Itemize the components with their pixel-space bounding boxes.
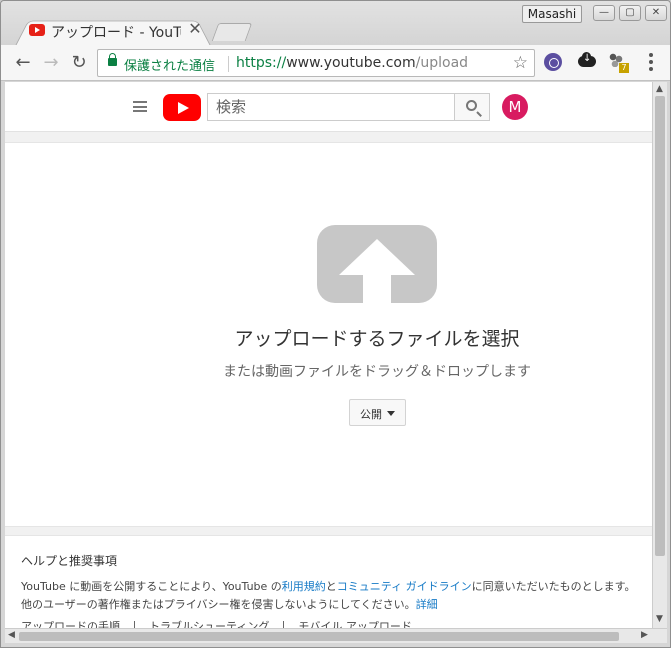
extension-molecule-icon[interactable]: 7 bbox=[609, 53, 629, 73]
address-bar[interactable]: 保護された通信 https://www.youtube.com/upload ☆ bbox=[97, 49, 535, 77]
browser-toolbar: ← → ↻ 保護された通信 https://www.youtube.com/up… bbox=[1, 45, 670, 81]
youtube-favicon-icon bbox=[29, 24, 45, 36]
new-tab-button[interactable] bbox=[211, 23, 253, 41]
cloud-icon bbox=[578, 52, 596, 67]
help-text-part-2: と bbox=[325, 580, 337, 593]
address-divider bbox=[228, 56, 229, 72]
link-divider bbox=[134, 621, 135, 628]
upload-arrow-icon[interactable] bbox=[317, 225, 437, 303]
privacy-dropdown[interactable]: 公開 bbox=[349, 399, 406, 426]
help-text-part-3: に同意いただいたものとします。 bbox=[471, 580, 636, 593]
link-upload-instructions[interactable]: アップロードの手順 bbox=[21, 620, 120, 628]
help-section: ヘルプと推奨事項 YouTube に動画を公開することにより、YouTube の… bbox=[5, 535, 652, 628]
secure-connection-label[interactable]: 保護された通信 bbox=[124, 55, 215, 74]
bookmark-star-icon[interactable]: ☆ bbox=[513, 53, 528, 73]
upload-title[interactable]: アップロードするファイルを選択 bbox=[5, 324, 652, 351]
help-text: YouTube に動画を公開することにより、YouTube の利用規約とコミュニ… bbox=[21, 578, 641, 614]
tab-youtube-upload[interactable]: アップロード - YouTube ✕ bbox=[15, 16, 211, 46]
tab-title: アップロード - YouTube bbox=[51, 25, 181, 41]
browser-menu-icon[interactable] bbox=[649, 53, 653, 71]
back-button[interactable]: ← bbox=[11, 51, 35, 75]
url-text[interactable]: https://www.youtube.com/upload bbox=[236, 55, 468, 71]
youtube-header: M bbox=[5, 82, 652, 132]
maximize-button[interactable]: ▢ bbox=[619, 5, 641, 21]
title-bar: アップロード - YouTube ✕ Masashi — ▢ ✕ bbox=[1, 1, 670, 46]
extension-badge: 7 bbox=[619, 63, 629, 73]
forward-button[interactable]: → bbox=[39, 51, 63, 75]
vertical-scrollbar[interactable]: ▲ ▼ bbox=[652, 82, 667, 628]
reload-button[interactable]: ↻ bbox=[67, 51, 91, 75]
privacy-label: 公開 bbox=[360, 408, 382, 421]
scroll-up-icon[interactable]: ▲ bbox=[656, 84, 663, 94]
community-guidelines-link[interactable]: コミュニティ ガイドライン bbox=[337, 580, 472, 593]
url-scheme: https:// bbox=[236, 55, 287, 71]
scroll-left-icon[interactable]: ◀ bbox=[8, 630, 15, 640]
url-host: www.youtube.com bbox=[286, 55, 416, 71]
help-text-line-2: 他のユーザーの著作権またはプライバシー権を侵害しないようにしてください。 bbox=[21, 598, 416, 611]
horizontal-scroll-thumb[interactable] bbox=[19, 632, 619, 641]
caret-down-icon bbox=[387, 411, 395, 416]
extension-purple-icon[interactable] bbox=[544, 53, 562, 71]
search-input[interactable] bbox=[207, 93, 455, 121]
upload-area[interactable]: アップロードするファイルを選択 または動画ファイルをドラッグ＆ドロップします 公… bbox=[5, 142, 652, 527]
close-window-button[interactable]: ✕ bbox=[645, 5, 667, 21]
upload-subtitle: または動画ファイルをドラッグ＆ドロップします bbox=[223, 364, 531, 380]
tab-close-icon[interactable]: ✕ bbox=[187, 19, 203, 38]
scroll-down-icon[interactable]: ▼ bbox=[656, 614, 663, 624]
help-title: ヘルプと推奨事項 bbox=[21, 554, 118, 568]
link-troubleshooting[interactable]: トラブルシューティング bbox=[149, 620, 269, 628]
page-viewport: M アップロードするファイルを選択 または動画ファイルをドラッグ＆ドロップします… bbox=[5, 82, 652, 628]
help-text-part-1: YouTube に動画を公開することにより、YouTube の bbox=[21, 580, 282, 593]
extension-cloud-download-icon[interactable] bbox=[578, 52, 596, 71]
link-divider bbox=[283, 621, 285, 628]
horizontal-scrollbar[interactable]: ◀ ▶ bbox=[5, 628, 667, 643]
profile-user-button[interactable]: Masashi bbox=[522, 5, 582, 23]
browser-window: アップロード - YouTube ✕ Masashi — ▢ ✕ ← → ↻ 保… bbox=[0, 0, 671, 648]
youtube-logo[interactable] bbox=[163, 94, 201, 121]
url-path: /upload bbox=[415, 55, 469, 71]
guide-menu-icon[interactable] bbox=[133, 101, 147, 112]
avatar[interactable]: M bbox=[502, 94, 528, 120]
search-button[interactable] bbox=[454, 93, 490, 121]
terms-link[interactable]: 利用規約 bbox=[282, 580, 326, 593]
vertical-scroll-thumb[interactable] bbox=[655, 96, 665, 556]
search-icon bbox=[466, 100, 477, 111]
minimize-button[interactable]: — bbox=[593, 5, 615, 21]
details-link[interactable]: 詳細 bbox=[416, 598, 438, 611]
link-mobile-upload[interactable]: モバイル アップロード bbox=[298, 620, 412, 628]
scroll-right-icon[interactable]: ▶ bbox=[641, 630, 648, 640]
lock-icon[interactable] bbox=[108, 53, 117, 66]
help-links: アップロードの手順 トラブルシューティング モバイル アップロード bbox=[21, 618, 412, 628]
